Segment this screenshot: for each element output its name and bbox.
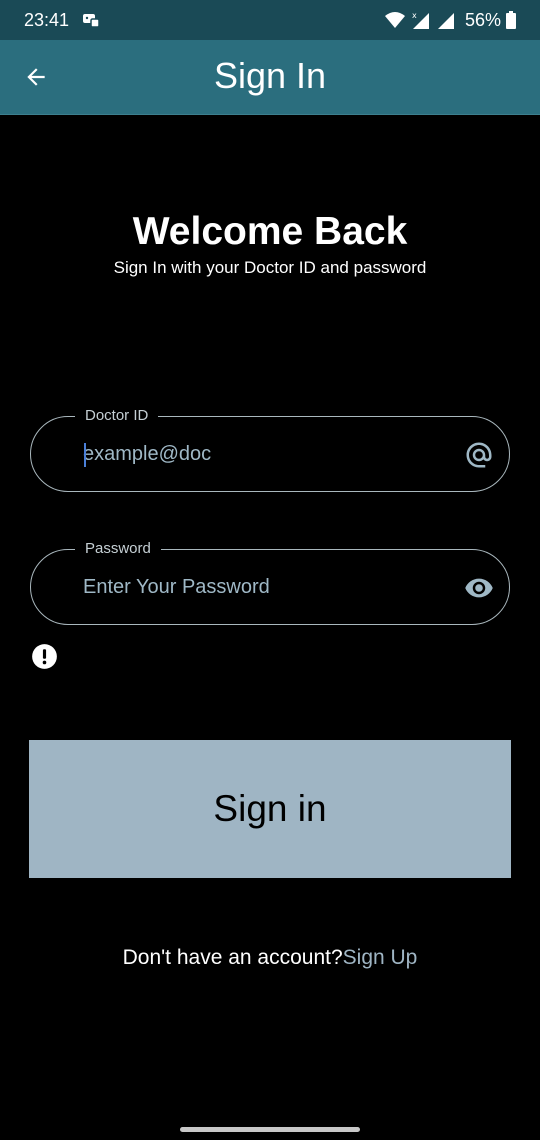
text-cursor (84, 443, 86, 467)
signal-no-data-icon: x (412, 11, 429, 29)
eye-icon[interactable] (463, 572, 495, 604)
status-indicators: x 56% (384, 9, 516, 31)
battery-icon (506, 11, 516, 29)
password-input[interactable] (83, 550, 443, 624)
doctor-id-input[interactable] (83, 417, 443, 491)
sign-in-button[interactable]: Sign in (29, 740, 511, 878)
password-field[interactable]: Password (30, 539, 510, 625)
sign-up-link[interactable]: Sign Up (343, 946, 418, 969)
signup-row: Don't have an account?Sign Up (0, 946, 540, 970)
home-indicator[interactable] (180, 1127, 360, 1132)
app-notification-icon (83, 14, 100, 28)
at-sign-icon (463, 439, 495, 471)
status-time: 23:41 (24, 10, 70, 30)
battery-percentage: 56% (464, 9, 501, 30)
svg-text:x: x (412, 11, 417, 20)
welcome-heading: Welcome Back (132, 210, 408, 253)
status-bar: 23:41 x 56% (0, 0, 540, 40)
signup-prompt: Don't have an account? (122, 946, 343, 969)
doctor-id-field[interactable]: Doctor ID (30, 406, 510, 492)
sign-in-screen: 23:41 x 56% Sign In Welcome Back Sign In… (0, 0, 540, 1140)
page-title: Sign In (213, 55, 327, 96)
exclamation-circle-icon (32, 644, 57, 669)
wifi-icon (384, 12, 405, 28)
welcome-subtitle: Sign In with your Doctor ID and password (113, 258, 427, 277)
app-bar: Sign In (0, 40, 540, 115)
signal-icon (437, 13, 454, 29)
